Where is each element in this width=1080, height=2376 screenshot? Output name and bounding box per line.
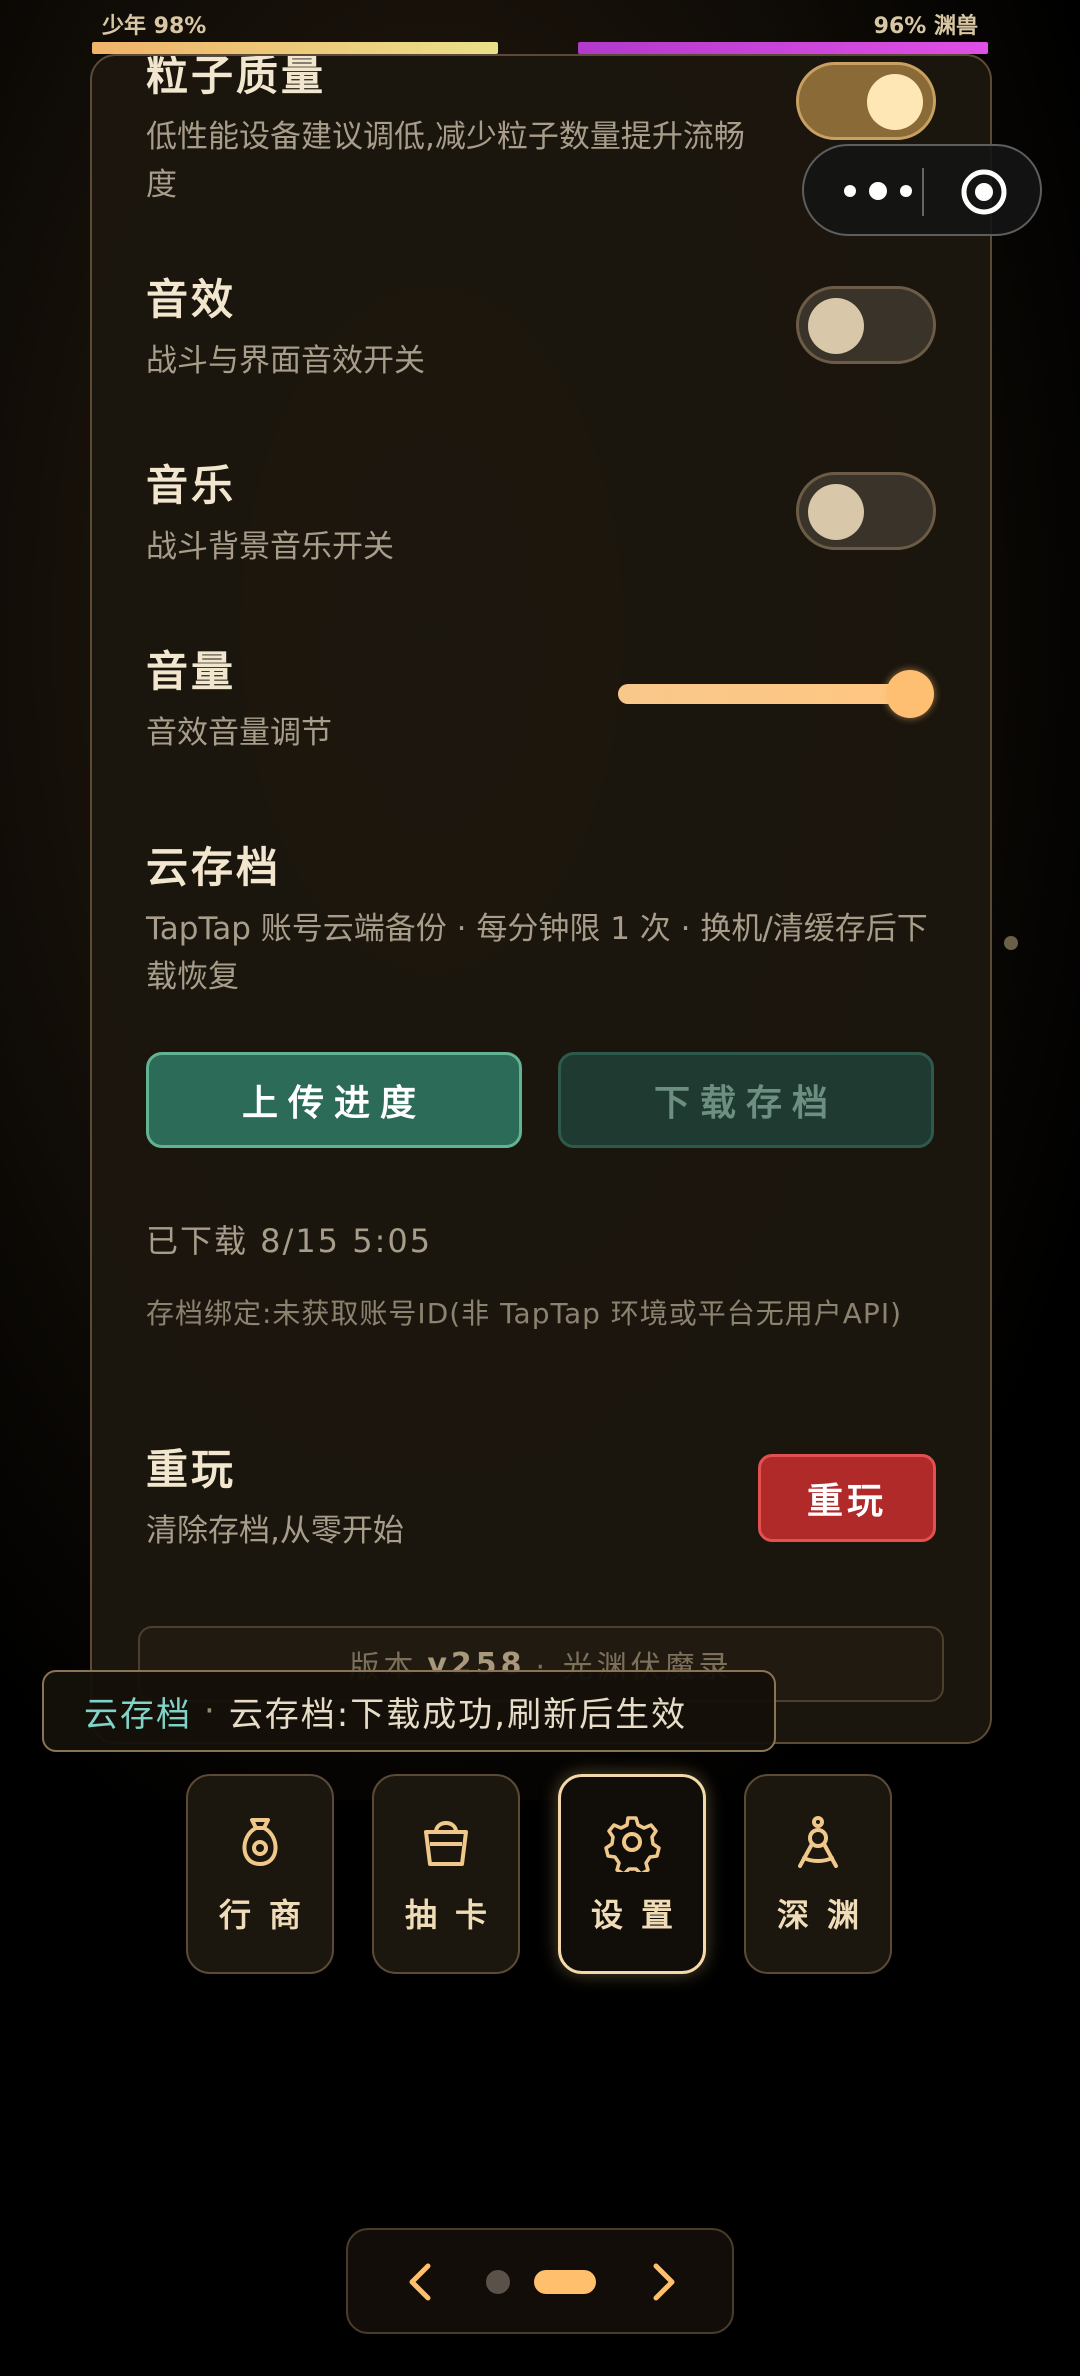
nav-item-merchant[interactable]: 行商	[186, 1774, 334, 1974]
sfx-row: 音效 战斗与界面音效开关	[146, 266, 936, 385]
music-row: 音乐 战斗背景音乐开关	[146, 452, 936, 571]
download-save-button[interactable]: 下载存档	[558, 1052, 934, 1148]
nav-item-gacha[interactable]: 抽卡	[372, 1774, 520, 1974]
gear-icon	[604, 1816, 661, 1872]
replay-button[interactable]: 重玩	[758, 1454, 936, 1542]
target-circle-icon[interactable]	[960, 168, 1008, 216]
page-pager	[346, 2228, 734, 2334]
money-bag-icon	[242, 1818, 278, 1866]
nav-label: 行商	[218, 1896, 319, 1934]
player-hp-bar	[92, 42, 498, 54]
sfx-toggle[interactable]	[796, 286, 936, 364]
toggle-knob	[808, 484, 864, 540]
nav-label: 设置	[590, 1896, 691, 1934]
enemy-hp-label: 96% 渊兽	[873, 14, 978, 39]
particle-quality-desc: 低性能设备建议调低,减少粒子数量提升流畅度	[146, 119, 745, 203]
nav-label: 抽卡	[404, 1896, 505, 1934]
volume-slider-thumb[interactable]	[886, 670, 934, 718]
toggle-knob	[808, 298, 864, 354]
player-hp-label: 少年 98%	[102, 14, 207, 39]
settings-panel[interactable]: 粒子质量 低性能设备建议调低,减少粒子数量提升流畅度 音效 战斗与界面音效开关 …	[90, 54, 992, 1744]
toast-notification: 云存档 · 云存档:下载成功,刷新后生效	[42, 1670, 776, 1752]
toast-message: 云存档:下载成功,刷新后生效	[228, 1694, 688, 1735]
particle-quality-toggle[interactable]	[796, 62, 936, 140]
basket-icon	[424, 1821, 468, 1866]
volume-desc: 音效音量调节	[146, 715, 332, 751]
cloud-save-title: 云存档	[146, 843, 282, 892]
toggle-knob	[867, 74, 923, 130]
compass-icon	[798, 1816, 838, 1868]
capsule-divider	[922, 168, 924, 216]
toast-separator: ·	[204, 1691, 217, 1731]
mini-program-capsule	[802, 144, 1042, 236]
page-dot-1[interactable]	[486, 2270, 510, 2294]
chevron-right-icon[interactable]	[644, 2260, 684, 2304]
background-ember	[1004, 936, 1018, 950]
nav-label: 深渊	[776, 1896, 877, 1934]
volume-row: 音量 音效音量调节	[146, 638, 936, 757]
download-status: 已下载 8/15 5:05	[146, 1222, 433, 1260]
more-dots-icon[interactable]	[838, 176, 918, 206]
toast-tag: 云存档	[84, 1694, 192, 1735]
volume-slider-fill	[618, 684, 928, 704]
music-toggle[interactable]	[796, 472, 936, 550]
nav-item-settings[interactable]: 设置	[558, 1774, 706, 1974]
cloud-save-desc: TapTap 账号云端备份 · 每分钟限 1 次 · 换机/清缓存后下载恢复	[146, 911, 928, 995]
chevron-left-icon[interactable]	[400, 2260, 440, 2304]
volume-slider[interactable]	[618, 670, 934, 718]
page-dot-2-active[interactable]	[534, 2270, 596, 2294]
cloud-save-row: 云存档 TapTap 账号云端备份 · 每分钟限 1 次 · 换机/清缓存后下载…	[146, 834, 936, 1001]
save-binding-info: 存档绑定:未获取账号ID(非 TapTap 环境或平台无用户API)	[146, 1297, 903, 1330]
upload-progress-button[interactable]: 上传进度	[146, 1052, 522, 1148]
nav-item-abyss[interactable]: 深渊	[744, 1774, 892, 1974]
enemy-hp-bar	[578, 42, 988, 54]
